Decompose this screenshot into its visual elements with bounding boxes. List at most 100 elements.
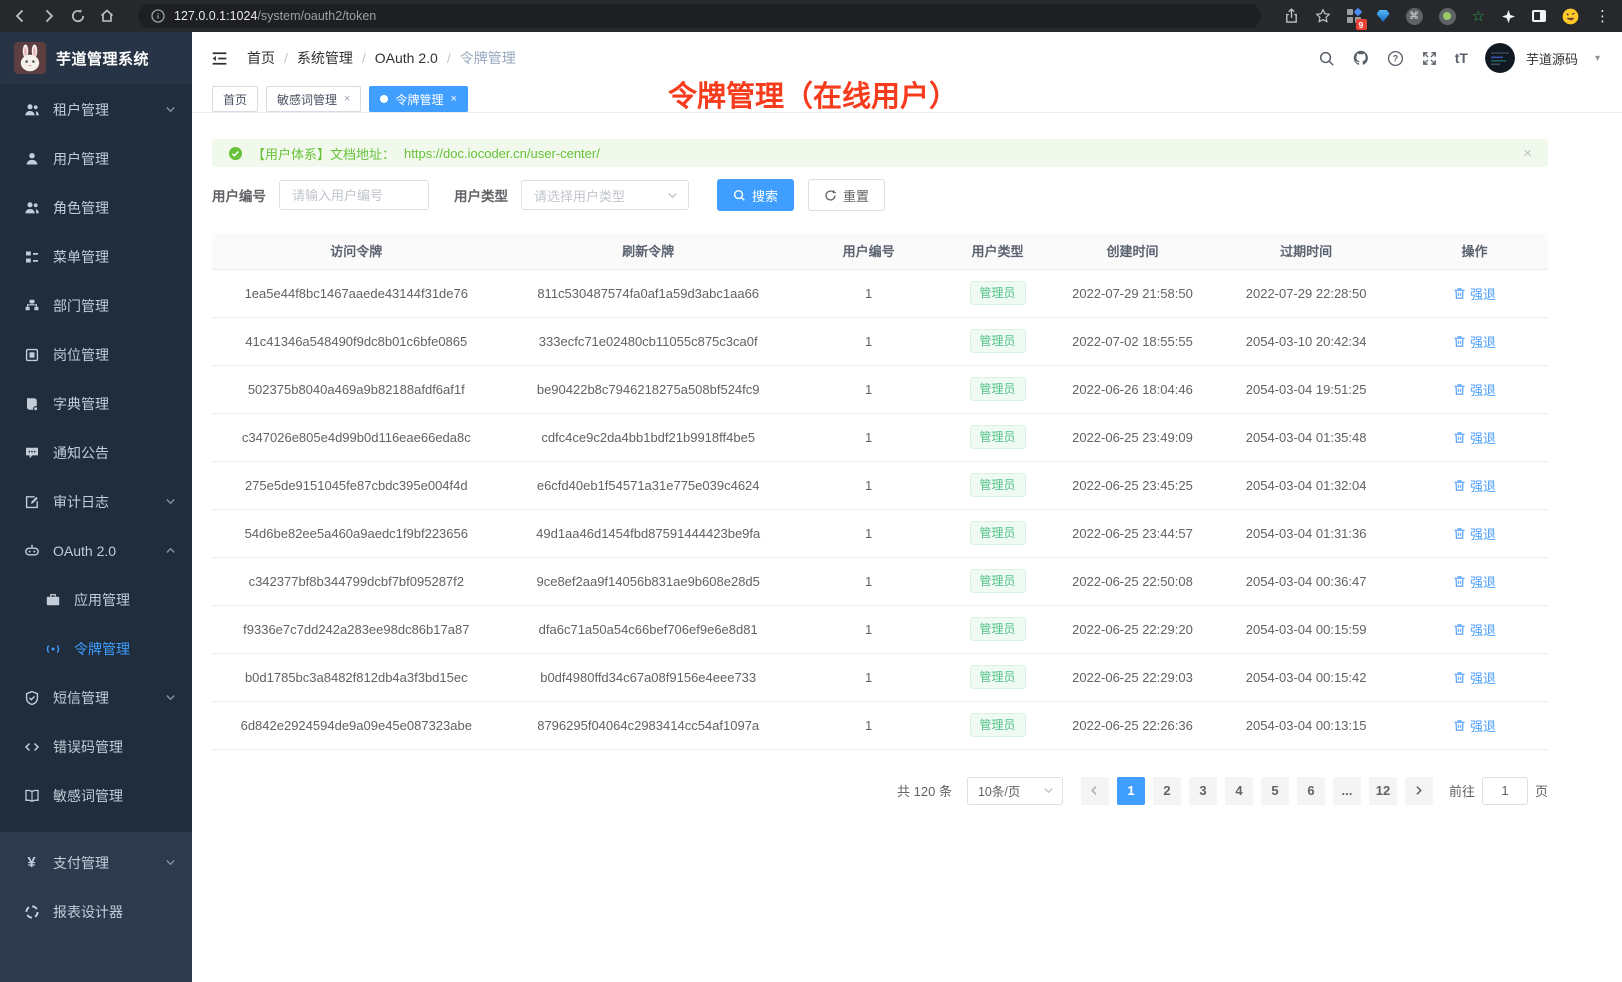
- page-button-4[interactable]: 4: [1225, 777, 1253, 805]
- post-icon: [23, 347, 40, 363]
- sidebar-item-岗位管理[interactable]: 岗位管理: [0, 330, 192, 379]
- reset-button[interactable]: 重置: [808, 179, 885, 211]
- url-bar[interactable]: 127.0.0.1:1024/system/oauth2/token: [138, 4, 1261, 28]
- access-token-cell: f9336e7c7dd242a283ee98dc86b17a87: [212, 605, 501, 653]
- chevron-down-icon[interactable]: ▾: [1595, 53, 1600, 64]
- sidebar-item-短信管理[interactable]: 短信管理: [0, 673, 192, 722]
- search-button[interactable]: 搜索: [717, 179, 794, 211]
- page-ellipsis[interactable]: ...: [1333, 777, 1361, 805]
- pagination: 共 120 条 10条/页 123456...12 前往 页: [212, 777, 1548, 805]
- sidebar-item-角色管理[interactable]: 角色管理: [0, 183, 192, 232]
- sidebar-item-菜单管理[interactable]: 菜单管理: [0, 232, 192, 281]
- breadcrumb-item[interactable]: 系统管理: [297, 48, 353, 68]
- breadcrumb-item[interactable]: OAuth 2.0: [375, 50, 438, 66]
- table-row: 275e5de9151045fe87cbdc395e004f4d e6cfd40…: [212, 461, 1548, 509]
- sidebar-item-用户管理[interactable]: 用户管理: [0, 134, 192, 183]
- next-page-button[interactable]: [1405, 777, 1433, 805]
- site-info-icon[interactable]: [151, 9, 165, 23]
- page-button-1[interactable]: 1: [1117, 777, 1145, 805]
- created-time-cell: 2022-06-26 18:04:46: [1054, 365, 1212, 413]
- sidebar-item-敏感词管理[interactable]: 敏感词管理: [0, 771, 192, 820]
- force-logout-button[interactable]: 强退: [1453, 380, 1496, 399]
- sidebar-item-租户管理[interactable]: 租户管理: [0, 85, 192, 134]
- action-cell: 强退: [1401, 701, 1548, 749]
- sidebar-item-错误码管理[interactable]: 错误码管理: [0, 722, 192, 771]
- extension-grid-icon[interactable]: 9: [1347, 9, 1361, 23]
- fullscreen-icon[interactable]: [1421, 50, 1438, 67]
- expire-time-cell: 2054-03-04 00:13:15: [1211, 701, 1401, 749]
- avatar[interactable]: [1485, 43, 1515, 73]
- trash-icon: [1453, 719, 1466, 732]
- page-size-select[interactable]: 10条/页: [967, 777, 1063, 805]
- emoji-extension-icon[interactable]: [1562, 8, 1579, 25]
- font-size-icon[interactable]: tT: [1455, 50, 1468, 66]
- created-time-cell: 2022-07-29 21:58:50: [1054, 269, 1212, 317]
- tab-敏感词管理[interactable]: 敏感词管理×: [266, 86, 361, 112]
- reload-icon[interactable]: [70, 8, 86, 24]
- force-logout-button[interactable]: 强退: [1453, 716, 1496, 735]
- force-logout-button[interactable]: 强退: [1453, 668, 1496, 687]
- breadcrumb-item[interactable]: 首页: [247, 48, 275, 68]
- command-extension-icon[interactable]: ⌘: [1406, 8, 1423, 25]
- page-button-6[interactable]: 6: [1297, 777, 1325, 805]
- github-icon[interactable]: [1352, 49, 1370, 67]
- force-logout-button[interactable]: 强退: [1453, 476, 1496, 495]
- star-extension-icon[interactable]: ☆: [1472, 9, 1485, 24]
- help-icon[interactable]: ?: [1387, 50, 1404, 67]
- collapse-sidebar-icon[interactable]: [210, 49, 229, 68]
- refresh-token-cell: 49d1aa46d1454fbd87591444423be9fa: [501, 509, 796, 557]
- tab-close-icon[interactable]: ×: [450, 93, 456, 105]
- sidebar-item-报表设计器[interactable]: 报表设计器: [0, 887, 192, 936]
- alert-close-icon[interactable]: ×: [1523, 146, 1532, 161]
- action-cell: 强退: [1401, 605, 1548, 653]
- bookmark-star-icon[interactable]: [1315, 8, 1331, 24]
- table-row: c347026e805e4d99b0d116eae66eda8c cdfc4ce…: [212, 413, 1548, 461]
- recorder-extension-icon[interactable]: [1439, 8, 1456, 25]
- sidebar-item-应用管理[interactable]: 应用管理: [0, 575, 192, 624]
- sidebar-item-支付管理[interactable]: ¥ 支付管理: [0, 838, 192, 887]
- page-button-3[interactable]: 3: [1189, 777, 1217, 805]
- sidebar-item-令牌管理[interactable]: 令牌管理: [0, 624, 192, 673]
- force-logout-button[interactable]: 强退: [1453, 332, 1496, 351]
- sidebar-logo-row[interactable]: 芋道管理系统: [0, 32, 192, 84]
- doc-link[interactable]: https://doc.iocoder.cn/user-center/: [404, 146, 600, 161]
- browser-menu-kebab-icon[interactable]: ⋮: [1595, 7, 1610, 25]
- sidebar-item-部门管理[interactable]: 部门管理: [0, 281, 192, 330]
- search-icon[interactable]: [1318, 50, 1335, 67]
- annotation-title: 令牌管理（在线用户）: [668, 73, 958, 115]
- tab-令牌管理[interactable]: 令牌管理×: [369, 86, 467, 112]
- user-id-cell: 1: [796, 461, 942, 509]
- sidepanel-icon[interactable]: [1532, 10, 1546, 22]
- tab-close-icon[interactable]: ×: [344, 93, 350, 105]
- tab-首页[interactable]: 首页: [212, 86, 258, 112]
- created-time-cell: 2022-06-25 23:44:57: [1054, 509, 1212, 557]
- user-id-input[interactable]: [279, 180, 429, 210]
- user-name[interactable]: 芋道源码: [1526, 49, 1578, 68]
- sidebar-item-审计日志[interactable]: 审计日志: [0, 477, 192, 526]
- share-icon[interactable]: [1284, 8, 1299, 24]
- goto-page-input[interactable]: [1482, 777, 1528, 805]
- prev-page-button[interactable]: [1081, 777, 1109, 805]
- page-button-2[interactable]: 2: [1153, 777, 1181, 805]
- user-type-select[interactable]: 请选择用户类型: [521, 180, 689, 210]
- table-row: f9336e7c7dd242a283ee98dc86b17a87 dfa6c71…: [212, 605, 1548, 653]
- gem-extension-icon[interactable]: [1377, 10, 1390, 22]
- sidebar-item-OAuth 2.0[interactable]: OAuth 2.0: [0, 526, 192, 575]
- forward-icon[interactable]: [41, 8, 57, 24]
- page-button-5[interactable]: 5: [1261, 777, 1289, 805]
- pinwheel-extension-icon[interactable]: [1501, 9, 1516, 24]
- force-logout-button[interactable]: 强退: [1453, 572, 1496, 591]
- table-row: 1ea5e44f8bc1467aaede43144f31de76 811c530…: [212, 269, 1548, 317]
- dict-icon: [23, 396, 40, 412]
- page-unit-label: 页: [1535, 781, 1548, 800]
- action-cell: 强退: [1401, 557, 1548, 605]
- force-logout-button[interactable]: 强退: [1453, 428, 1496, 447]
- page-button-12[interactable]: 12: [1369, 777, 1397, 805]
- sidebar-item-字典管理[interactable]: 字典管理: [0, 379, 192, 428]
- sidebar-item-通知公告[interactable]: 通知公告: [0, 428, 192, 477]
- force-logout-button[interactable]: 强退: [1453, 620, 1496, 639]
- force-logout-button[interactable]: 强退: [1453, 284, 1496, 303]
- force-logout-button[interactable]: 强退: [1453, 524, 1496, 543]
- back-icon[interactable]: [12, 8, 28, 24]
- home-icon[interactable]: [99, 8, 115, 24]
